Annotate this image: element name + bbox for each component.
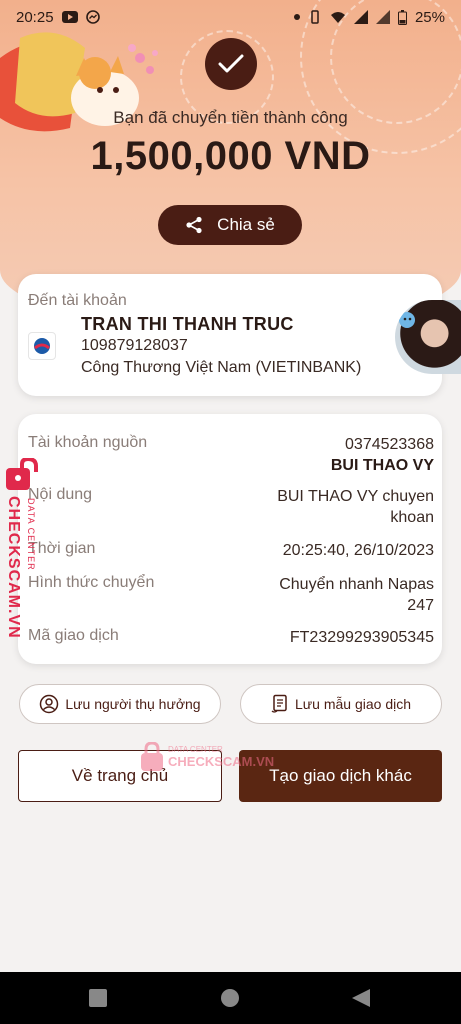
watermark-center-main: CHECKSCAM.VN — [168, 754, 275, 769]
source-account-value: 0374523368 BUI THAO VY — [331, 434, 434, 476]
user-avatar[interactable] — [395, 300, 461, 374]
success-message: Bạn đã chuyển tiền thành công — [113, 108, 348, 127]
wifi-icon — [330, 12, 345, 23]
checkmark-icon — [218, 54, 244, 73]
recipient-account-number: 109879128037 — [81, 337, 188, 354]
share-label: Chia sẻ — [217, 215, 275, 234]
watermark-side-main: CHECKSCAM.VN — [5, 496, 22, 639]
messenger-icon — [85, 10, 100, 24]
method-line-2: 247 — [407, 597, 434, 614]
watermark-center-sub: DATA CENTER — [168, 745, 223, 754]
back-triangle-icon[interactable] — [352, 989, 370, 1007]
share-icon — [186, 216, 202, 234]
battery-icon — [397, 9, 407, 25]
status-time: 20:25 — [16, 8, 54, 26]
transaction-code-row: Mã giao dịch FT23299293905345 — [28, 627, 434, 649]
signal-icon-2 — [375, 10, 390, 24]
content-line-1: BUI THAO VY chuyen — [277, 488, 434, 505]
source-account-row: Tài khoản nguồn 0374523368 BUI THAO VY — [28, 434, 434, 478]
vietinbank-logo-icon — [28, 332, 56, 360]
checkscam-watermark-side: CHECKSCAM.VN DATA CENTER — [2, 458, 42, 648]
method-label: Hình thức chuyển — [28, 574, 155, 591]
content-line-2: khoan — [390, 509, 434, 526]
transfer-amount: 1,500,000 VND — [90, 134, 371, 178]
signal-icon — [353, 10, 368, 24]
transaction-code-value: FT23299293905345 — [289, 629, 434, 646]
save-template-button[interactable]: Lưu mẫu giao dịch — [240, 684, 442, 724]
method-value: Chuyển nhanh Napas 247 — [279, 574, 434, 616]
save-beneficiary-label: Lưu người thụ hưởng — [65, 696, 201, 712]
vibrate-icon — [311, 10, 319, 24]
checkscam-watermark-center: DATA CENTER CHECKSCAM.VN — [140, 742, 274, 772]
receipt-icon — [271, 694, 287, 713]
status-bar: 20:25 25% — [0, 0, 461, 34]
recents-square-icon[interactable] — [89, 989, 107, 1007]
transaction-details-card: Tài khoản nguồn 0374523368 BUI THAO VY N… — [18, 414, 442, 664]
time-value: 20:25:40, 26/10/2023 — [282, 542, 434, 559]
youtube-icon — [61, 11, 78, 23]
save-template-label: Lưu mẫu giao dịch — [295, 696, 411, 712]
content-row: Nội dung BUI THAO VY chuyen khoan — [28, 486, 434, 530]
content-value: BUI THAO VY chuyen khoan — [277, 486, 434, 528]
user-circle-icon — [40, 694, 59, 714]
time-row: Thời gian 20:25:40, 26/10/2023 — [28, 540, 434, 562]
new-transaction-label: Tạo giao dịch khác — [269, 766, 412, 785]
dot-icon — [293, 14, 300, 20]
source-account-label: Tài khoản nguồn — [28, 434, 148, 451]
lock-icon — [6, 458, 38, 490]
home-circle-icon[interactable] — [221, 989, 239, 1007]
recipient-card: Đến tài khoản TRAN THI THANH TRUC 109879… — [18, 274, 442, 396]
success-check-badge — [205, 38, 257, 90]
battery-level: 25% — [414, 8, 445, 26]
recipient-name: TRAN THI THANH TRUC — [81, 314, 294, 334]
method-line-1: Chuyển nhanh Napas — [279, 576, 434, 593]
source-account-number: 0374523368 — [345, 436, 434, 453]
recipient-bank-name: Công Thương Việt Nam (VIETINBANK) — [81, 359, 362, 376]
to-account-label: Đến tài khoản — [28, 292, 127, 309]
method-row: Hình thức chuyển Chuyển nhanh Napas 247 — [28, 574, 434, 618]
source-account-name: BUI THAO VY — [330, 457, 434, 474]
lucky-cat-illustration — [0, 32, 158, 132]
lock-icon-center — [141, 742, 163, 771]
save-beneficiary-button[interactable]: Lưu người thụ hưởng — [19, 684, 221, 724]
system-nav-bar — [0, 972, 461, 1024]
watermark-side-sub: DATA CENTER — [26, 498, 36, 571]
share-button[interactable]: Chia sẻ — [158, 205, 302, 245]
